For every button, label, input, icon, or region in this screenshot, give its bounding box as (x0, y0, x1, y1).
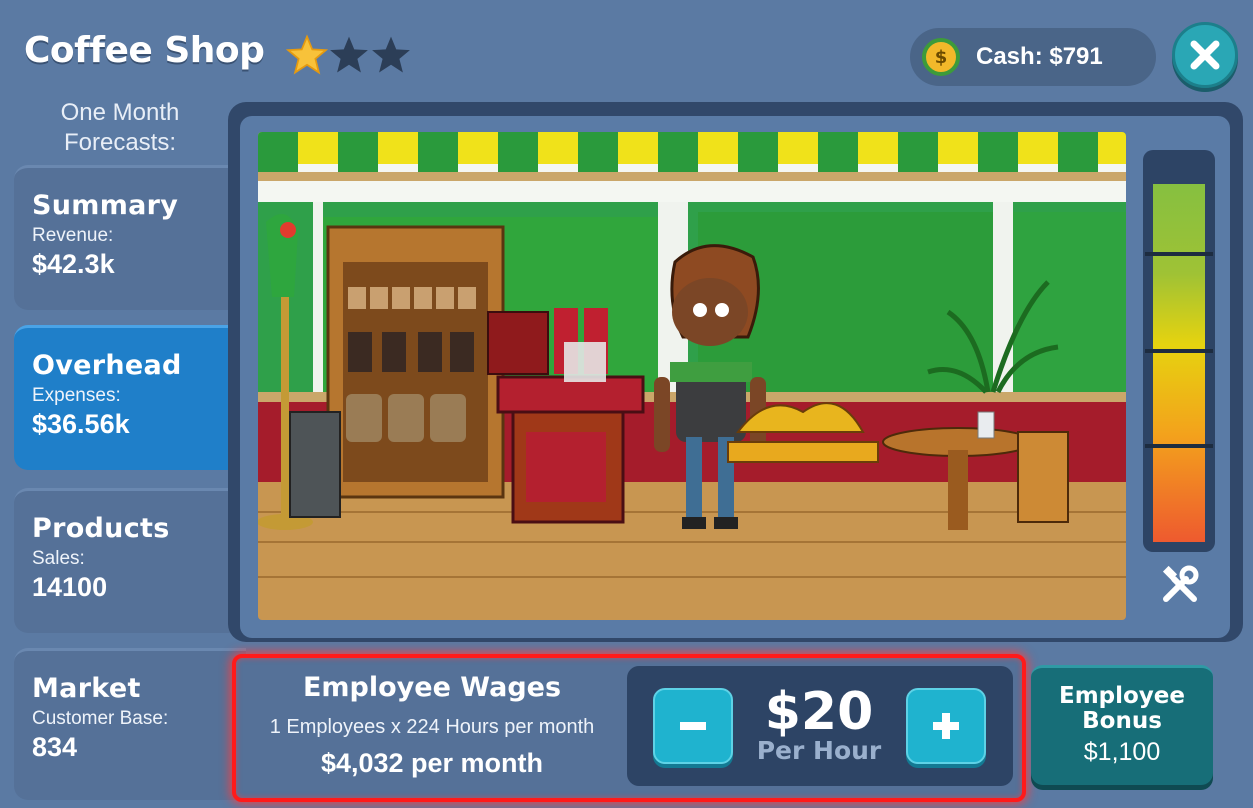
coin-icon: $ (922, 38, 960, 76)
tab-title: Overhead (32, 350, 182, 381)
increase-wage-button[interactable] (906, 688, 986, 764)
tab-market[interactable]: Market Customer Base: 834 (14, 648, 246, 800)
tab-title: Products (32, 513, 170, 544)
tab-value: 14100 (32, 572, 108, 602)
rating-stars (286, 34, 412, 76)
tab-subtitle: Customer Base: (32, 708, 169, 729)
satisfaction-meter (1153, 184, 1205, 542)
wages-title: Employee Wages (302, 672, 562, 703)
tab-subtitle: Expenses: (32, 385, 121, 406)
meter-divider (1145, 444, 1213, 448)
tab-products[interactable]: Products Sales: 14100 (14, 488, 246, 633)
tab-overhead[interactable]: Overhead Expenses: $36.56k (14, 325, 246, 470)
meter-divider (1145, 252, 1213, 256)
tab-subtitle: Revenue: (32, 225, 114, 246)
wage-value: $20 (764, 682, 874, 742)
tab-summary[interactable]: Summary Revenue: $42.3k (14, 165, 246, 310)
tab-title: Market (32, 673, 141, 704)
tools-icon[interactable] (1156, 561, 1204, 609)
star-empty-icon (330, 36, 368, 73)
bonus-value: $1,100 (1083, 738, 1161, 766)
forecast-label: One Month Forecasts: (60, 99, 180, 156)
wages-subtitle: 1 Employees x 224 Hours per month (269, 716, 595, 738)
tab-subtitle: Sales: (32, 548, 85, 569)
plus-icon (933, 713, 959, 739)
meter-divider (1145, 349, 1213, 353)
tab-title: Summary (32, 190, 179, 221)
coffee-shop-scene (258, 132, 1126, 620)
star-filled-icon (286, 34, 328, 75)
cash-label: Cash: $791 (976, 43, 1103, 70)
shop-title: Coffee Shop (24, 30, 265, 71)
tab-value: $36.56k (32, 409, 130, 439)
bonus-title: Employee Bonus (1058, 683, 1186, 734)
minus-icon (680, 722, 706, 730)
tab-value: 834 (32, 732, 78, 762)
wage-unit: Per Hour (756, 736, 882, 765)
close-button[interactable] (1172, 22, 1238, 88)
wages-total: $4,032 per month (320, 748, 544, 778)
cash-display: $ Cash: $791 (910, 28, 1156, 86)
close-icon (1190, 40, 1220, 70)
shop-illustration (258, 132, 1126, 620)
decrease-wage-button[interactable] (653, 688, 733, 764)
employee-bonus-button[interactable]: Employee Bonus $1,100 (1031, 665, 1213, 785)
tab-value: $42.3k (32, 249, 115, 279)
star-empty-icon (372, 36, 410, 73)
